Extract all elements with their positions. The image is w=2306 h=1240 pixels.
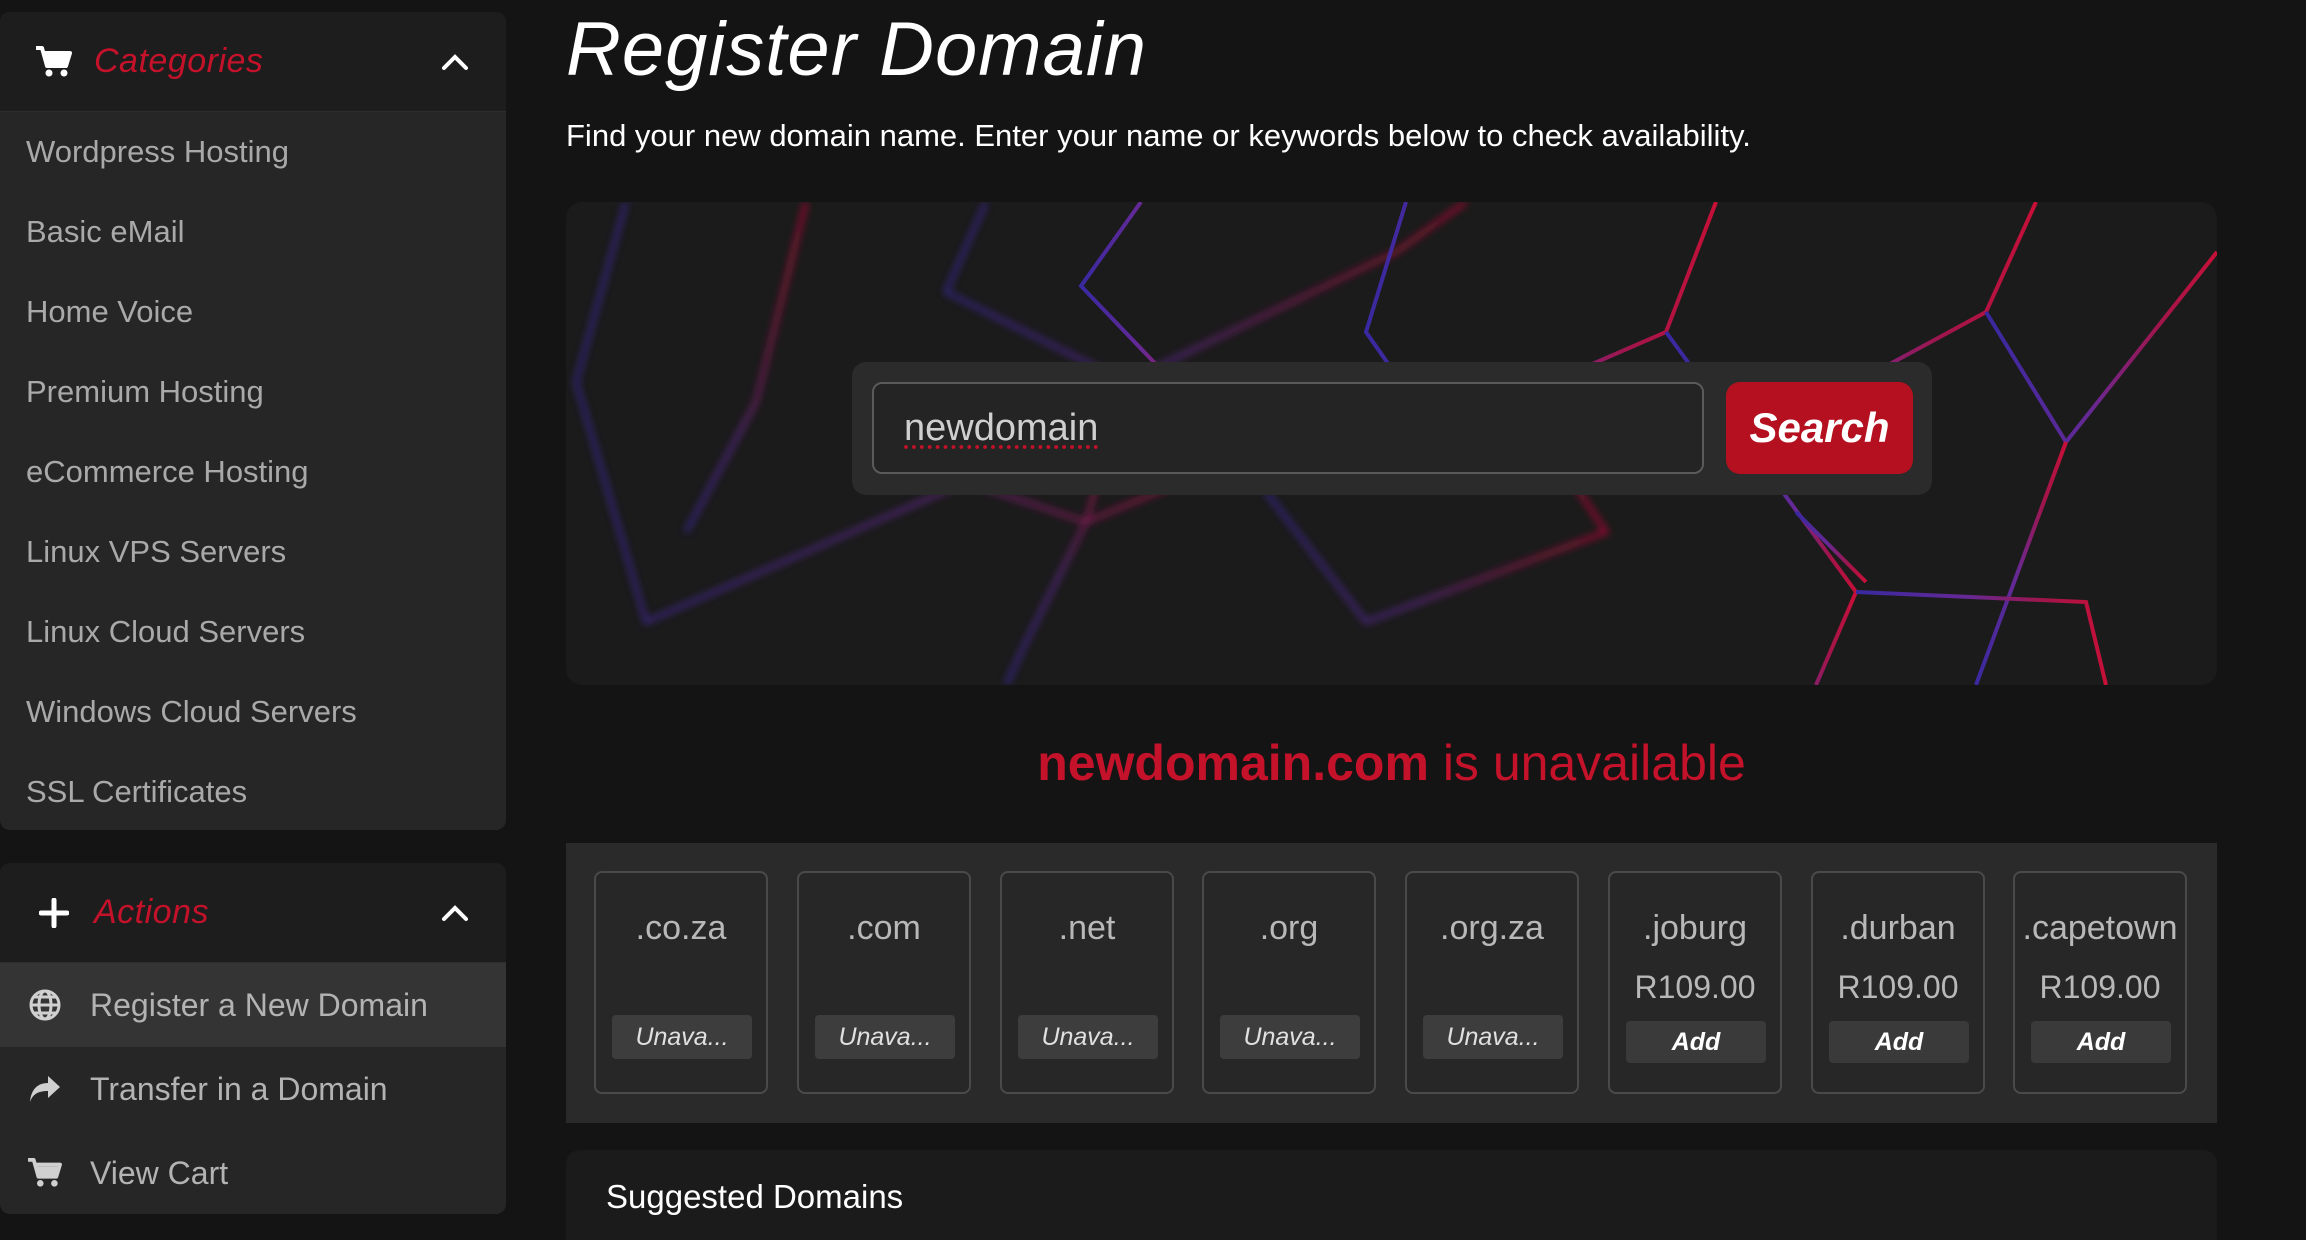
suggested-domains-section: Suggested Domains <box>566 1150 2217 1240</box>
tld-price: R109.00 <box>1634 969 1756 1005</box>
tld-price: R109.00 <box>2039 969 2161 1005</box>
actions-title: Actions <box>94 893 209 931</box>
status-domain: newdomain.com <box>1037 735 1429 791</box>
chevron-up-icon[interactable] <box>438 45 472 79</box>
tld-unavailable-badge: Unava... <box>1423 1015 1563 1059</box>
suggested-domains-title: Suggested Domains <box>606 1178 904 1215</box>
categories-title: Categories <box>94 42 264 80</box>
page: Categories Wordpress Hosting Basic eMail… <box>0 0 2306 1240</box>
tld-card-durban: .durban R109.00 Add <box>1811 871 1985 1094</box>
action-label: Transfer in a Domain <box>90 1070 388 1107</box>
tld-name: .durban <box>1840 909 1956 947</box>
cart-icon <box>26 1154 64 1192</box>
sidebar-item-premium-hosting[interactable]: Premium Hosting <box>0 352 506 432</box>
add-to-cart-button[interactable]: Add <box>1626 1021 1766 1063</box>
sidebar-item-ssl-certificates[interactable]: SSL Certificates <box>0 752 506 830</box>
tld-unavailable-badge: Unava... <box>1220 1015 1360 1059</box>
tld-name: .org <box>1259 909 1319 947</box>
actions-header[interactable]: Actions <box>0 863 506 963</box>
tld-card-capetown: .capetown R109.00 Add <box>2013 871 2187 1094</box>
page-subtitle: Find your new domain name. Enter your na… <box>566 118 1751 153</box>
actions-panel: Actions Register a New Domain Transfer i… <box>0 863 506 1214</box>
availability-status: newdomain.com is unavailable <box>566 734 2217 792</box>
add-to-cart-button[interactable]: Add <box>1829 1021 1969 1063</box>
action-label: Register a New Domain <box>90 986 428 1023</box>
sidebar-item-basic-email[interactable]: Basic eMail <box>0 192 506 272</box>
domain-search-input[interactable] <box>872 382 1704 474</box>
add-to-cart-button[interactable]: Add <box>2031 1021 2171 1063</box>
tld-name: .org.za <box>1440 909 1544 947</box>
plus-icon <box>34 893 74 933</box>
tld-card-com: .com Unava... <box>797 871 971 1094</box>
share-arrow-icon <box>26 1070 64 1108</box>
sidebar-item-linux-cloud-servers[interactable]: Linux Cloud Servers <box>0 592 506 672</box>
tld-name: .net <box>1058 909 1116 947</box>
action-register-new-domain[interactable]: Register a New Domain <box>0 963 506 1047</box>
tld-strip: .co.za Unava... .com Unava... .net Unava… <box>566 843 2217 1123</box>
search-hero: Search <box>566 202 2217 685</box>
tld-card-org-za: .org.za Unava... <box>1405 871 1579 1094</box>
cart-icon <box>34 42 74 82</box>
status-message: is unavailable <box>1428 735 1746 791</box>
tld-unavailable-badge: Unava... <box>612 1015 752 1059</box>
sidebar-item-windows-cloud-servers[interactable]: Windows Cloud Servers <box>0 672 506 752</box>
tld-card-joburg: .joburg R109.00 Add <box>1608 871 1782 1094</box>
action-transfer-domain[interactable]: Transfer in a Domain <box>0 1047 506 1131</box>
sidebar-item-ecommerce-hosting[interactable]: eCommerce Hosting <box>0 432 506 512</box>
page-title: Register Domain <box>566 7 1147 92</box>
search-button[interactable]: Search <box>1726 382 1913 474</box>
tld-unavailable-badge: Unava... <box>1018 1015 1158 1059</box>
tld-name: .joburg <box>1643 909 1747 947</box>
sidebar-item-wordpress-hosting[interactable]: Wordpress Hosting <box>0 112 506 192</box>
tld-card-org: .org Unava... <box>1202 871 1376 1094</box>
categories-list: Wordpress Hosting Basic eMail Home Voice… <box>0 112 506 830</box>
globe-icon <box>26 986 64 1024</box>
tld-name: .co.za <box>635 909 727 947</box>
tld-card-co-za: .co.za Unava... <box>594 871 768 1094</box>
categories-panel: Categories Wordpress Hosting Basic eMail… <box>0 12 506 830</box>
tld-name: .capetown <box>2022 909 2178 947</box>
domain-search-bar: Search <box>852 362 1932 495</box>
tld-price: R109.00 <box>1837 969 1959 1005</box>
action-view-cart[interactable]: View Cart <box>0 1131 506 1214</box>
action-label: View Cart <box>90 1154 229 1191</box>
chevron-up-icon[interactable] <box>438 896 472 930</box>
tld-unavailable-badge: Unava... <box>815 1015 955 1059</box>
categories-header[interactable]: Categories <box>0 12 506 112</box>
tld-card-net: .net Unava... <box>1000 871 1174 1094</box>
sidebar-item-home-voice[interactable]: Home Voice <box>0 272 506 352</box>
sidebar-item-linux-vps-servers[interactable]: Linux VPS Servers <box>0 512 506 592</box>
tld-name: .com <box>847 909 921 947</box>
